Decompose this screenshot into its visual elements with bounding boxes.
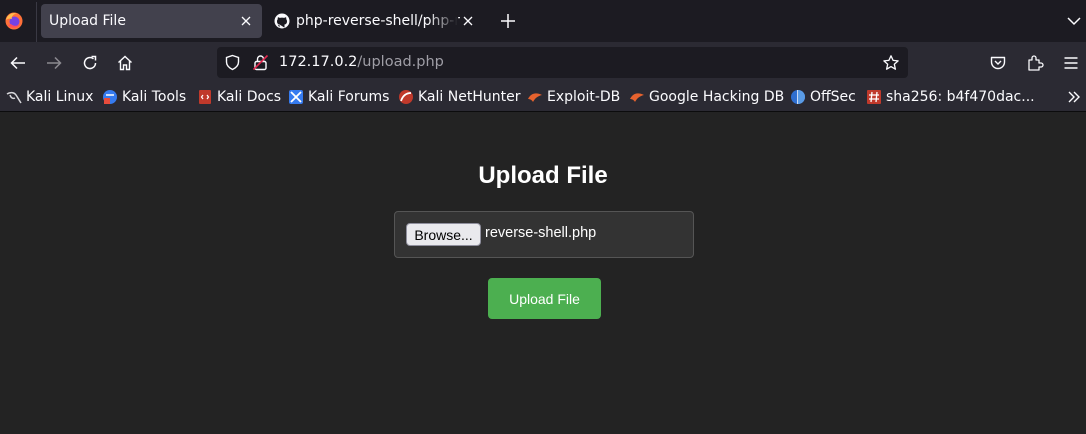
bookmark-label: sha256: b4f470dac... (886, 89, 1035, 105)
url-text[interactable]: 172.17.0.2/upload.php (279, 53, 444, 72)
bookmark-kali-docs[interactable]: Kali Docs (197, 87, 281, 107)
bookmark-sha256[interactable]: sha256: b4f470dac... (866, 87, 1035, 107)
address-bar[interactable]: 172.17.0.2/upload.php (217, 47, 908, 78)
pocket-icon[interactable] (989, 54, 1007, 72)
hash-icon (867, 90, 881, 104)
bookmark-offsec[interactable]: OffSec (790, 87, 856, 107)
github-icon (274, 13, 290, 29)
extensions-icon[interactable] (1026, 54, 1044, 72)
tab-label: Upload File (49, 13, 126, 29)
upload-file-button[interactable]: Upload File (488, 278, 601, 319)
selected-file-name: reverse-shell.php (485, 225, 597, 241)
bookmark-label: OffSec (810, 89, 856, 105)
url-host: 172.17.0.2 (279, 54, 358, 70)
exploit-db-icon (528, 93, 542, 102)
bookmark-label: Kali Linux (26, 89, 94, 105)
tab-separator (36, 2, 37, 42)
close-tab-icon[interactable] (238, 13, 254, 29)
bookmark-label: Google Hacking DB (649, 89, 785, 105)
bookmark-star-icon[interactable] (882, 54, 900, 72)
bookmark-label: Kali Forums (308, 89, 390, 105)
web-page-content: Upload File Browse... reverse-shell.php … (0, 113, 1086, 434)
page-title: Upload File (478, 162, 608, 189)
tab-upload-file[interactable]: Upload File (41, 4, 262, 38)
bookmark-kali-tools[interactable]: Kali Tools (102, 87, 186, 107)
tab-strip: Upload File php-reverse-shell/php-revers… (0, 0, 1086, 42)
kali-forums-icon (289, 90, 303, 104)
forward-icon[interactable] (45, 54, 63, 72)
tracking-protection-shield-icon[interactable] (224, 54, 241, 71)
bookmark-kali-linux[interactable]: Kali Linux (6, 87, 93, 107)
bookmark-kali-nethunter[interactable]: Kali NetHunter (398, 87, 520, 107)
kali-docs-icon (199, 90, 211, 104)
bookmark-exploit-db[interactable]: Exploit-DB (527, 87, 620, 107)
bookmark-label: Kali NetHunter (418, 89, 521, 105)
chevron-double-right-icon[interactable] (1066, 89, 1082, 105)
close-tab-icon[interactable] (460, 13, 476, 29)
new-tab-icon[interactable] (499, 12, 517, 30)
file-input[interactable]: Browse... reverse-shell.php (394, 211, 694, 258)
browse-button[interactable]: Browse... (406, 223, 481, 246)
bookmarks-toolbar: Kali Linux Kali Tools Kali Docs Kali For… (0, 83, 1086, 112)
tab-php-reverse-shell[interactable]: php-reverse-shell/php-reverse-shell.php (268, 4, 484, 38)
kali-dragon-icon (6, 91, 22, 104)
bookmark-kali-forums[interactable]: Kali Forums (288, 87, 389, 107)
insecure-lock-icon[interactable] (252, 54, 269, 71)
url-path: /upload.php (357, 54, 444, 70)
navigation-toolbar: 172.17.0.2/upload.php (0, 42, 1086, 83)
list-all-tabs-icon[interactable] (1066, 13, 1082, 29)
bookmark-label: Exploit-DB (547, 89, 621, 105)
bookmark-google-hacking-db[interactable]: Google Hacking DB (629, 87, 784, 107)
bookmark-label: Kali Docs (217, 89, 282, 105)
reload-icon[interactable] (81, 54, 99, 72)
kali-nethunter-icon (399, 90, 413, 104)
home-icon[interactable] (116, 54, 134, 72)
firefox-icon[interactable] (4, 11, 24, 31)
kali-tools-icon (103, 90, 117, 104)
bookmark-label: Kali Tools (122, 89, 187, 105)
ghdb-icon (630, 93, 644, 102)
menu-hamburger-icon[interactable] (1062, 54, 1080, 72)
offsec-icon (791, 90, 805, 104)
back-icon[interactable] (9, 54, 27, 72)
